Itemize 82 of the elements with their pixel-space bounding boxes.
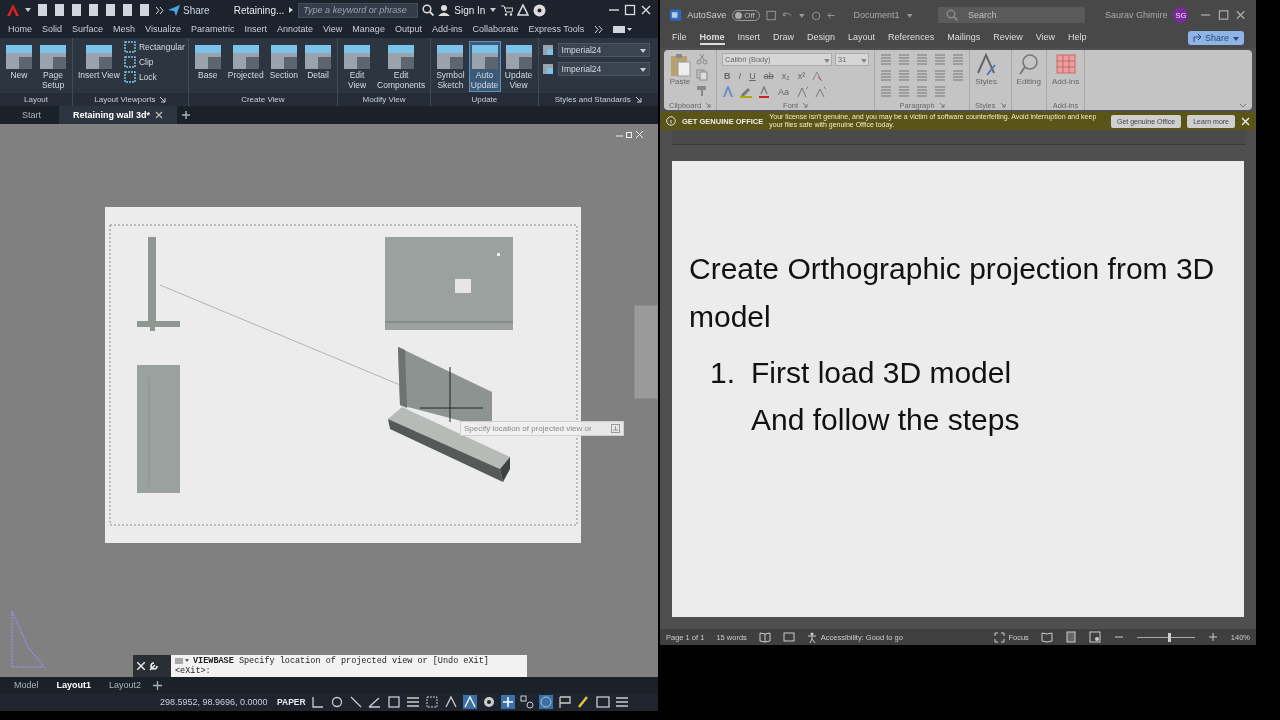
editing-button[interactable]: Editing: [1016, 53, 1041, 100]
styles-button[interactable]: Styles: [975, 53, 998, 100]
tool-button[interactable]: Base: [191, 41, 224, 82]
command-prompt: VIEWBASE Specify location of projected view or [Undo eXit]: [193, 656, 489, 666]
tool-button[interactable]: Clip: [123, 56, 185, 68]
panel-title: Layout Viewports: [94, 95, 156, 104]
ribbon-tab[interactable]: Home: [699, 31, 725, 45]
sign-in-button[interactable]: Sign In: [454, 4, 486, 16]
drawing-tab[interactable]: Start: [8, 106, 55, 124]
tool-button[interactable]: Detail: [302, 41, 334, 82]
ribbon-tab[interactable]: Insert: [244, 24, 267, 34]
ribbon-tab[interactable]: View: [1035, 31, 1056, 45]
ribbon-tab[interactable]: Layout: [848, 31, 876, 45]
search-field[interactable]: Search: [938, 7, 1085, 23]
ribbon-tab[interactable]: Review: [993, 31, 1023, 45]
tool-button[interactable]: Edit View: [341, 41, 373, 92]
tool-button[interactable]: Projected: [225, 41, 266, 82]
tooltip-text: Specify location of projected view or: [464, 424, 592, 433]
model-space-tab[interactable]: Layout2: [103, 678, 148, 692]
tool-button[interactable]: Section: [267, 41, 300, 82]
share-button[interactable]: Share: [168, 4, 210, 16]
ribbon-tab[interactable]: Parametric: [190, 24, 235, 34]
panel-title: Create View: [241, 95, 285, 104]
ribbon-tab[interactable]: Manage: [352, 24, 385, 34]
tool-button[interactable]: Rectangular: [123, 41, 185, 53]
coordinates-readout: 298.5952, 98.9696, 0.0000: [160, 697, 269, 707]
format-button[interactable]: I: [736, 71, 744, 81]
ribbon-tab[interactable]: Design: [807, 31, 836, 45]
ribbon-tab[interactable]: Draw: [773, 31, 795, 45]
ribbon-tab[interactable]: View: [323, 24, 343, 34]
share-label: Share: [183, 4, 210, 16]
tool-button[interactable]: Update View: [502, 41, 535, 92]
tool-button[interactable]: New: [3, 41, 35, 82]
ribbon-tab[interactable]: File: [672, 31, 687, 45]
tool-button[interactable]: Insert View: [76, 41, 122, 82]
share-button[interactable]: Share: [1187, 31, 1244, 45]
ribbon-tab[interactable]: Help: [1068, 31, 1087, 45]
ribbon-tab[interactable]: Home: [8, 24, 32, 34]
ribbon-tab[interactable]: Express Tools: [528, 24, 585, 34]
space-toggle[interactable]: PAPER: [277, 697, 306, 707]
ribbon-tab[interactable]: Mesh: [113, 24, 136, 34]
ribbon-tab[interactable]: References: [888, 31, 935, 45]
drawing-tab[interactable]: Retaining wall 3d*: [59, 106, 178, 124]
list-text: First load 3D model: [751, 355, 1013, 391]
paste-button[interactable]: Paste: [669, 53, 691, 100]
ribbon-tab[interactable]: Collaborate: [472, 24, 519, 34]
tool-button[interactable]: Lock: [123, 71, 185, 83]
ribbon-tab[interactable]: Output: [394, 24, 422, 34]
ribbon-tab[interactable]: Solid: [42, 24, 63, 34]
list-text: And follow the steps: [751, 402, 1020, 438]
user-name: Saurav Ghimire: [1104, 10, 1168, 20]
ribbon-tab[interactable]: Visualize: [145, 24, 181, 34]
format-button[interactable]: ab: [761, 71, 776, 81]
tool-button[interactable]: Page Setup: [37, 41, 69, 92]
ribbon-tab[interactable]: Annotate: [276, 24, 313, 34]
document-heading: Create Orthographic projection from 3D model: [689, 251, 1216, 335]
add-ins-button[interactable]: Add-ins: [1052, 53, 1080, 100]
panel-title: Layout: [24, 95, 48, 104]
model-space-tab[interactable]: Model: [8, 678, 45, 692]
tool-button[interactable]: Edit Components: [375, 41, 428, 92]
ribbon-tab[interactable]: Add-ins: [431, 24, 463, 34]
document-title[interactable]: Document1: [853, 10, 900, 20]
style-dropdown[interactable]: Imperial24: [557, 62, 650, 76]
tool-button[interactable]: Auto Update: [468, 41, 501, 92]
format-button[interactable]: x²: [795, 71, 808, 81]
ribbon-tab[interactable]: Surface: [72, 24, 104, 34]
tool-button[interactable]: Symbol Sketch: [434, 41, 467, 92]
panel-title: Styles and Standards: [554, 95, 631, 104]
autosave-label: AutoSave: [687, 10, 727, 20]
ribbon-tab[interactable]: Mailings: [947, 31, 981, 45]
command-default: <eXit>:: [175, 666, 212, 676]
style-dropdown[interactable]: Imperial24: [557, 43, 650, 57]
format-button[interactable]: U: [747, 71, 758, 81]
panel-title: Update: [471, 95, 498, 104]
format-button[interactable]: x₂: [779, 71, 792, 81]
search-field[interactable]: Type a keyword or phrase: [298, 2, 419, 18]
ribbon-tab[interactable]: Insert: [737, 31, 761, 45]
list-number: 1.: [709, 355, 737, 391]
model-space-tab[interactable]: Layout1: [50, 678, 98, 692]
panel-title: Modify View: [362, 95, 406, 104]
document-title: Retaining...: [233, 4, 285, 16]
change-case-button[interactable]: Aa: [776, 87, 792, 97]
